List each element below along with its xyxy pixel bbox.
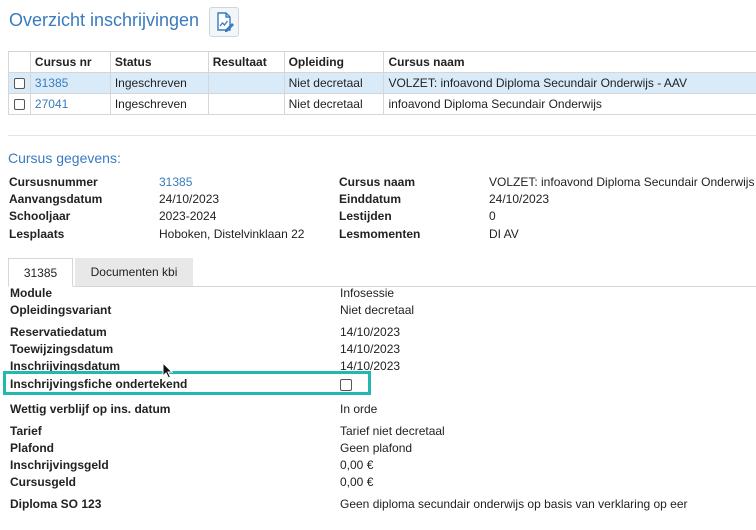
cursusgeld-value: 0,00 € — [340, 475, 374, 489]
cursusgeld-label: Cursusgeld — [10, 475, 77, 489]
tarief-label: Tarief — [10, 424, 42, 438]
column-header[interactable]: Cursus naam — [383, 51, 756, 73]
lesplaats-value: Hoboken, Distelvinklaan 22 — [159, 227, 305, 241]
lestijden-value: 0 — [489, 209, 496, 223]
lesplaats-label: Lesplaats — [9, 227, 65, 241]
opleiding-cell: Niet decretaal — [283, 72, 385, 94]
aanvangsdatum-label: Aanvangsdatum — [9, 192, 103, 206]
table-row[interactable]: 27041 Ingeschreven Niet decretaal infoav… — [8, 93, 756, 115]
resultaat-cell — [207, 93, 285, 115]
resultaat-cell — [207, 72, 285, 94]
cursus-naam-cell: VOLZET: infoavond Diploma Secundair Onde… — [383, 72, 756, 94]
column-header[interactable]: Opleiding — [283, 51, 385, 73]
select-column-header — [8, 51, 31, 73]
section-divider — [8, 135, 756, 136]
inschrijvingsgeld-label: Inschrijvingsgeld — [10, 458, 109, 472]
tab-31385[interactable]: 31385 — [8, 258, 73, 287]
cursusnummer-label: Cursusnummer — [9, 175, 98, 189]
status-cell: Ingeschreven — [109, 93, 209, 115]
column-header[interactable]: Status — [109, 51, 209, 73]
reservatiedatum-value: 14/10/2023 — [340, 325, 401, 339]
wettig-verblijf-label: Wettig verblijf op ins. datum — [10, 402, 171, 416]
page-title: Overzicht inschrijvingen — [9, 10, 200, 30]
module-label: Module — [10, 286, 52, 300]
tarief-value: Tarief niet decretaal — [340, 424, 445, 438]
inschrijvingsfiche-field — [340, 377, 352, 391]
module-value: Infosessie — [340, 286, 395, 300]
opleidingsvariant-value: Niet decretaal — [340, 303, 415, 317]
einddatum-value: 24/10/2023 — [489, 192, 550, 206]
schooljaar-label: Schooljaar — [9, 209, 71, 223]
status-cell: Ingeschreven — [109, 72, 209, 94]
detail-tabs: 31385 Documenten kbi — [8, 258, 756, 287]
inschrijvingsgeld-value: 0,00 € — [340, 458, 374, 472]
column-header[interactable]: Cursus nr — [29, 51, 111, 73]
reservatiedatum-label: Reservatiedatum — [10, 325, 107, 339]
toewijzingsdatum-label: Toewijzingsdatum — [10, 342, 114, 356]
inschrijvingsfiche-checkbox[interactable] — [340, 378, 352, 391]
cursusnummer-value[interactable]: 31385 — [159, 175, 192, 189]
tab-documenten-kbi[interactable]: Documenten kbi — [75, 258, 193, 286]
wettig-verblijf-value: In orde — [340, 402, 378, 416]
cursus-nr-link[interactable]: 27041 — [35, 97, 68, 111]
einddatum-label: Einddatum — [339, 192, 401, 206]
column-header[interactable]: Resultaat — [207, 51, 285, 73]
lestijden-label: Lestijden — [339, 209, 392, 223]
lesmomenten-label: Lesmomenten — [339, 227, 421, 241]
opleidingsvariant-label: Opleidingsvariant — [10, 303, 112, 317]
cursus-naam-cell: infoavond Diploma Secundair Onderwijs — [383, 93, 756, 115]
mouse-pointer-icon — [162, 361, 174, 382]
inschrijvingsfiche-label: Inschrijvingsfiche ondertekend — [10, 377, 188, 391]
inschrijvingen-table: Cursus nr Status Resultaat Opleiding Cur… — [8, 51, 756, 115]
aanvangsdatum-value: 24/10/2023 — [159, 192, 220, 206]
row-checkbox[interactable] — [13, 99, 25, 111]
table-header-row: Cursus nr Status Resultaat Opleiding Cur… — [8, 51, 756, 73]
cursus-gegevens-title: Cursus gegevens: — [8, 150, 121, 166]
table-row[interactable]: 31385 Ingeschreven Niet decretaal VOLZET… — [8, 72, 756, 94]
diploma-so-value: Geen diploma secundair onderwijs op basi… — [340, 497, 688, 511]
plafond-label: Plafond — [10, 441, 54, 455]
plafond-value: Geen plafond — [340, 441, 413, 455]
opleiding-cell: Niet decretaal — [283, 93, 385, 115]
cursus-naam-value: VOLZET: infoavond Diploma Secundair Onde… — [489, 175, 755, 189]
diploma-so-label: Diploma SO 123 — [10, 497, 102, 511]
toewijzingsdatum-value: 14/10/2023 — [340, 342, 401, 356]
cursus-nr-link[interactable]: 31385 — [35, 76, 68, 90]
row-checkbox[interactable] — [13, 78, 25, 90]
cursus-naam-label: Cursus naam — [339, 175, 416, 189]
lesmomenten-value: DI AV — [489, 227, 519, 241]
schooljaar-value: 2023-2024 — [159, 209, 217, 223]
edit-document-icon[interactable] — [209, 7, 239, 37]
